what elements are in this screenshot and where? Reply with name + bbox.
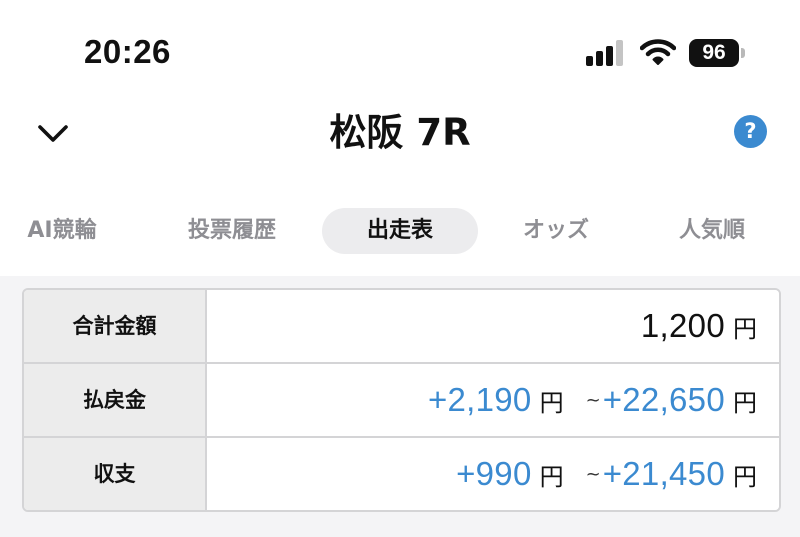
balance-min: +990 <box>456 455 532 492</box>
row-label: 払戻金 <box>24 364 207 436</box>
row-value: +2,190 円 ~ +22,650 円 <box>207 364 779 436</box>
balance-max: +21,450 <box>602 455 725 492</box>
help-icon[interactable]: ? <box>734 115 767 148</box>
battery-icon: 96 <box>689 39 747 67</box>
row-value: +990 円 ~ +21,450 円 <box>207 438 779 510</box>
total-amount: 1,200 <box>640 307 725 344</box>
tab-odds[interactable]: オッズ <box>508 208 604 254</box>
status-bar: 20:26 96 <box>0 0 800 100</box>
summary-table: 合計金額 1,200 円 払戻金 +2,190 円 ~ +22,650 円 収支… <box>22 288 781 512</box>
row-label: 収支 <box>24 438 207 510</box>
table-row-total: 合計金額 1,200 円 <box>24 290 779 362</box>
payout-max: +22,650 <box>602 381 725 418</box>
yen-unit: 円 <box>733 314 757 343</box>
battery-level: 96 <box>689 39 739 67</box>
range-separator: ~ <box>585 463 601 485</box>
tab-vote-history[interactable]: 投票履歴 <box>172 208 292 254</box>
status-time: 20:26 <box>84 33 171 70</box>
nav-header: 松阪 7R ? <box>0 100 800 170</box>
tab-bar: AI競輪 投票履歴 出走表 オッズ 人気順 <box>0 208 800 256</box>
page-title: 松阪 7R <box>329 111 471 154</box>
wifi-icon <box>640 39 676 65</box>
tab-popularity[interactable]: 人気順 <box>664 208 760 254</box>
yen-unit: 円 <box>733 388 757 417</box>
row-label: 合計金額 <box>24 290 207 362</box>
yen-unit: 円 <box>539 388 564 417</box>
summary-area: 合計金額 1,200 円 払戻金 +2,190 円 ~ +22,650 円 収支… <box>0 276 800 537</box>
table-row-payout: 払戻金 +2,190 円 ~ +22,650 円 <box>24 362 779 436</box>
yen-unit: 円 <box>733 462 757 491</box>
yen-unit: 円 <box>539 462 564 491</box>
range-separator: ~ <box>585 389 601 411</box>
row-value: 1,200 円 <box>207 290 779 362</box>
cellular-signal-icon <box>586 40 628 66</box>
payout-min: +2,190 <box>427 381 532 418</box>
tab-ai-keirin[interactable]: AI競輪 <box>18 208 106 254</box>
tab-race-card[interactable]: 出走表 <box>322 208 478 254</box>
table-row-balance: 収支 +990 円 ~ +21,450 円 <box>24 436 779 510</box>
